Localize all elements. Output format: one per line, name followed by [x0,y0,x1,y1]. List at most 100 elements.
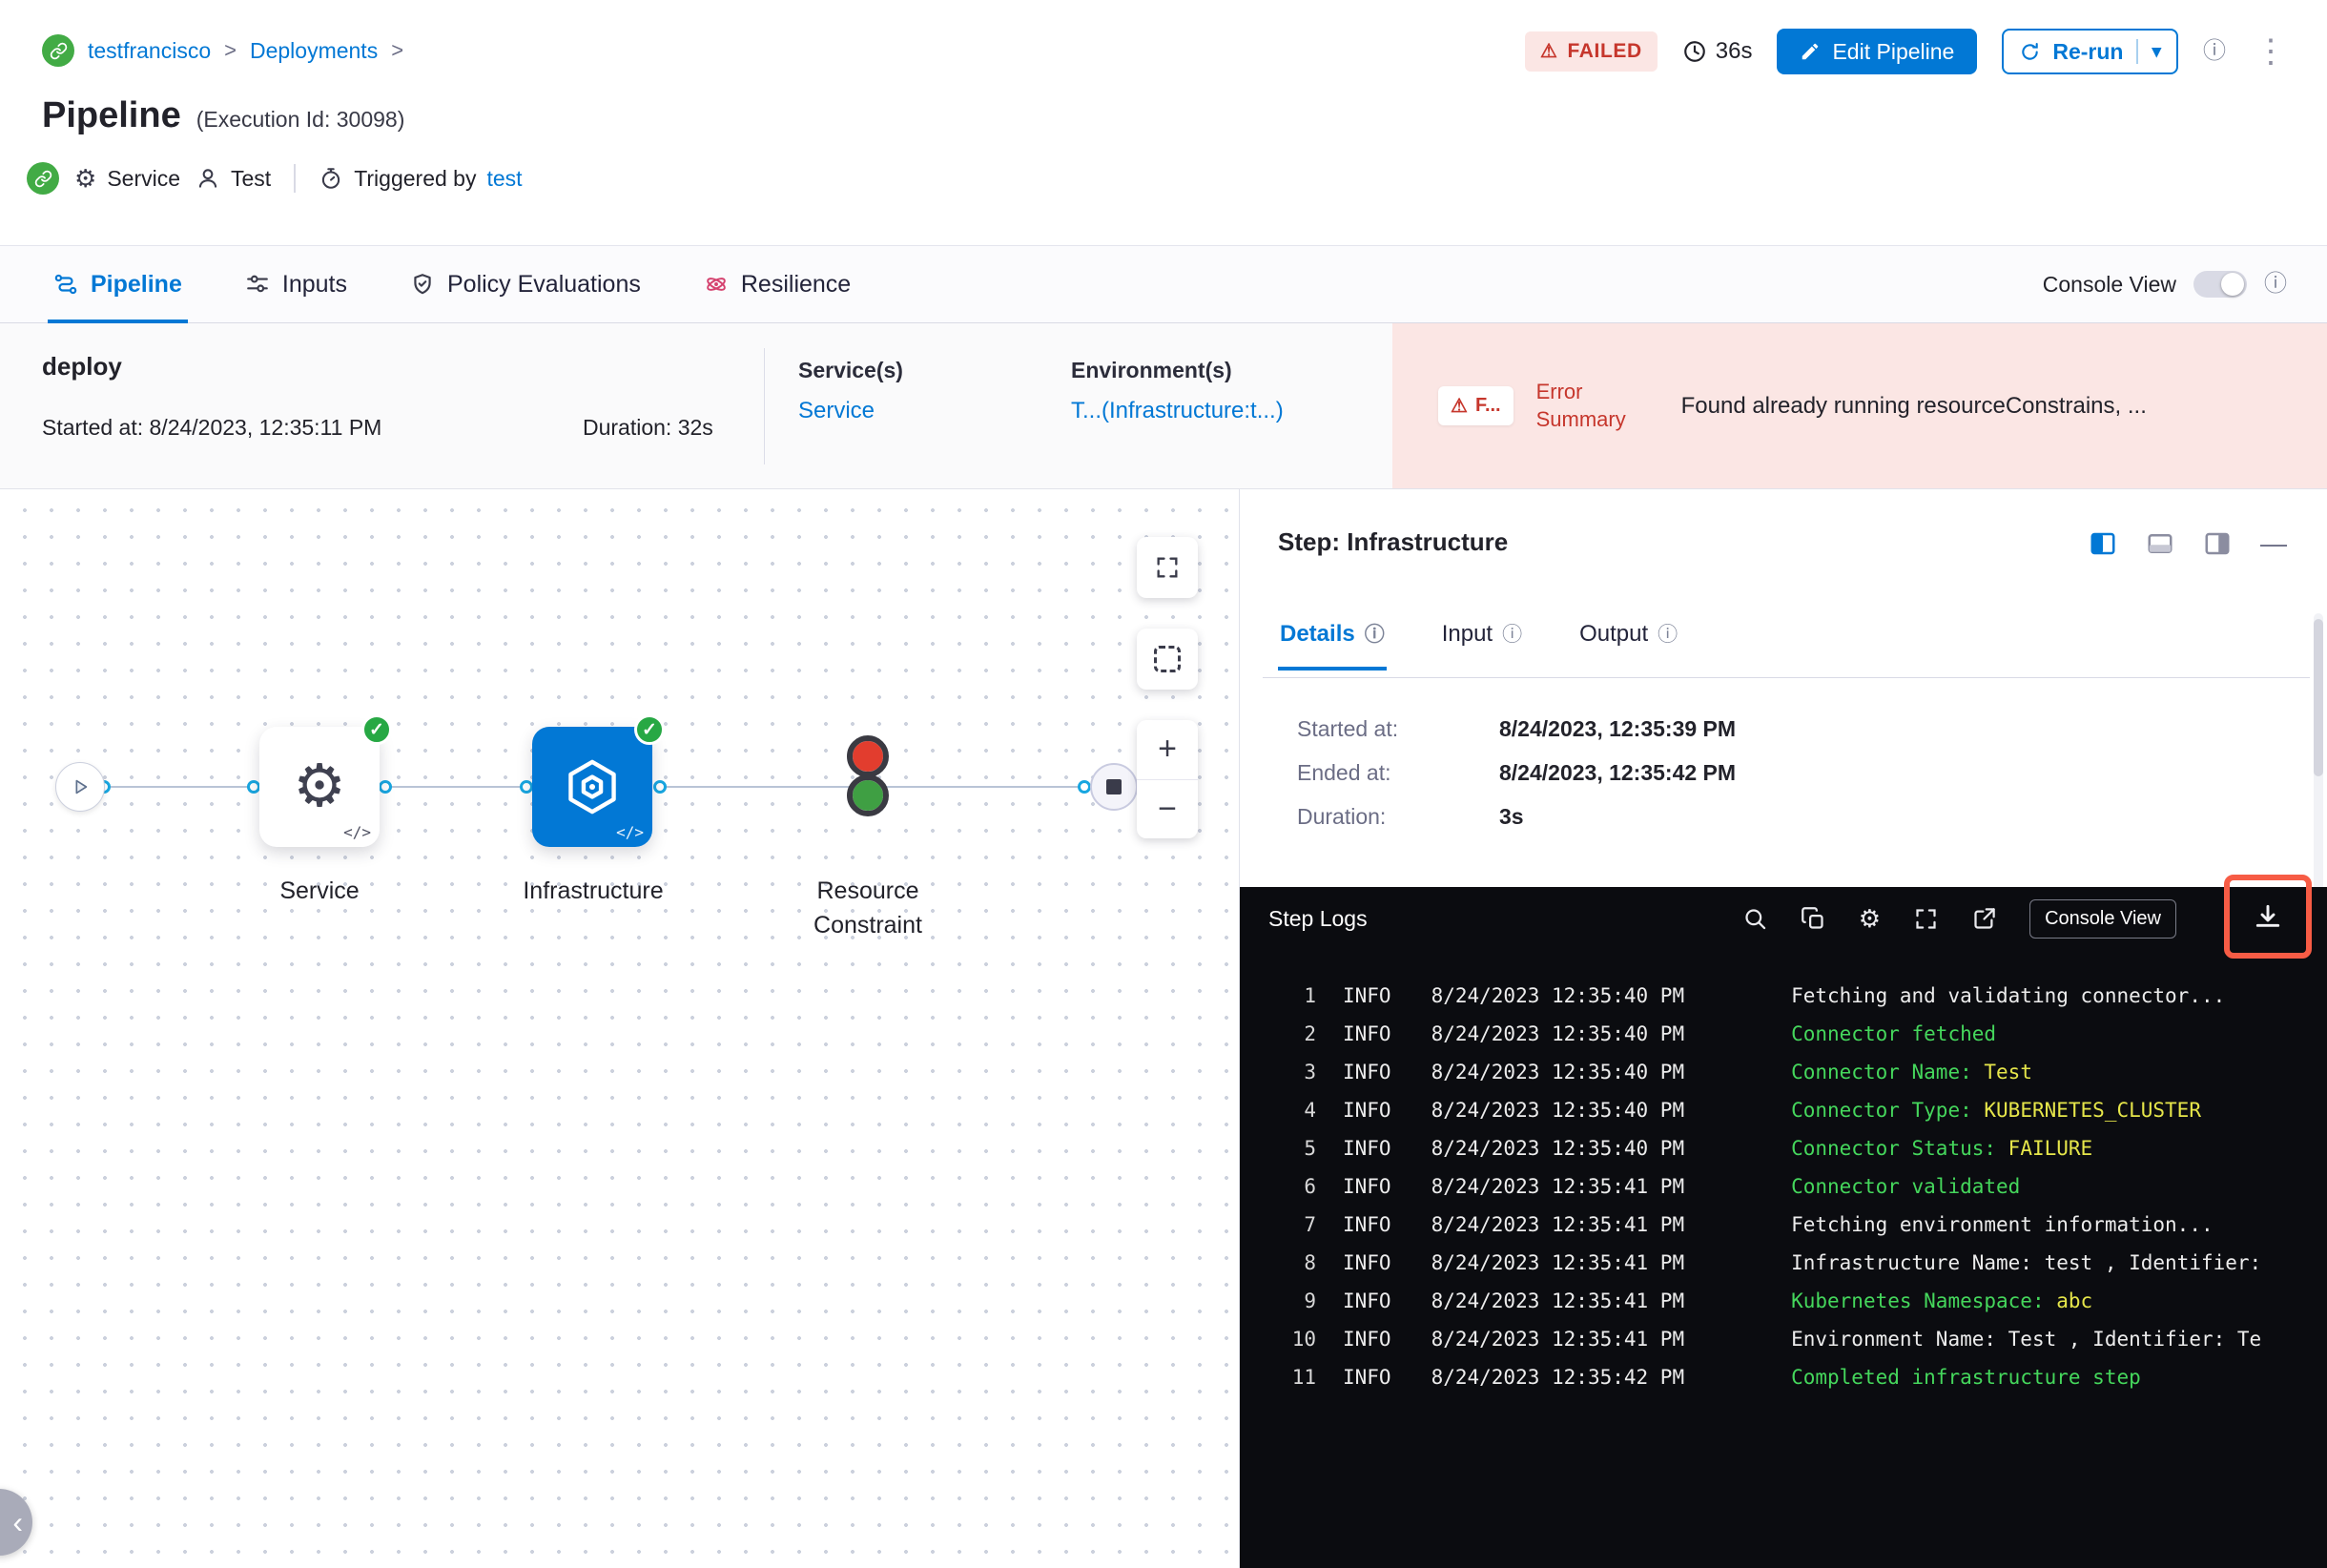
pipeline-execution-page: testfrancisco > Deployments > ⚠ FAILED 3… [0,0,2327,1568]
fullscreen-icon[interactable] [1913,906,1939,932]
log-message-part: FAILURE [2008,1137,2093,1160]
tab-label: Pipeline [91,270,182,298]
log-line: 1 INFO 8/24/2023 12:35:40 PM Fetching and v… [1240,977,2327,1015]
tab-policy-evaluations[interactable]: Policy Evaluations [404,246,647,322]
tab-pipeline[interactable]: Pipeline [48,246,188,323]
graph-node-resource-constraint[interactable] [841,735,895,836]
tab-details[interactable]: Details ⓘ [1278,611,1387,671]
breadcrumb-deployments[interactable]: Deployments [250,38,378,64]
node-label-infrastructure: Infrastructure [523,877,664,904]
search-icon[interactable] [1742,906,1768,932]
info-icon[interactable]: ⓘ [1365,625,1385,645]
log-line-number: 9 [1304,1289,1316,1312]
detail-value: 3s [1499,804,1524,829]
services-column: Service(s) Service [798,358,903,424]
layout-split-view-button[interactable] [2089,529,2117,558]
scrollbar-thumb[interactable] [2314,619,2323,776]
info-icon[interactable]: ⓘ [2203,40,2226,63]
service-gear-icon: ⚙ [293,753,346,819]
success-check-badge: ✓ [634,714,665,745]
edit-pipeline-button[interactable]: Edit Pipeline [1777,29,1978,74]
edge-connector-dot [247,780,260,794]
environments-link[interactable]: T...(Infrastructure:t...) [1071,398,1284,424]
log-message: Infrastructure Name: test , Identifier: [1791,1244,2327,1282]
log-message-part: Connector validated [1791,1175,2021,1198]
error-badge-label: F... [1474,395,1501,416]
detail-row-started: Started at: 8/24/2023, 12:35:39 PM [1297,716,1736,742]
trigger-meta: Triggered by test [319,166,523,192]
log-line: 6 INFO 8/24/2023 12:35:41 PM Connector vali… [1240,1167,2327,1206]
pencil-icon [1802,43,1819,60]
info-icon[interactable]: ⓘ [2264,273,2287,296]
detail-row-ended: Ended at: 8/24/2023, 12:35:42 PM [1297,760,1736,786]
log-level: INFO [1343,1328,1391,1351]
layout-bottom-view-button[interactable] [2146,529,2174,558]
graph-node-infrastructure[interactable]: ✓ </> [532,714,665,847]
info-icon[interactable]: ⓘ [1502,625,1522,645]
status-badge-label: FAILED [1567,40,1642,62]
play-icon [75,779,88,794]
inputs-icon [247,275,268,293]
log-lines: 1 INFO 8/24/2023 12:35:40 PM Fetching and v… [1240,950,2327,1396]
minimize-panel-button[interactable]: — [2260,530,2287,557]
log-line-number: 4 [1304,1099,1316,1122]
log-timestamp: 8/24/2023 12:35:41 PM [1431,1175,1685,1198]
log-line-number: 11 [1291,1366,1316,1389]
log-timestamp: 8/24/2023 12:35:41 PM [1431,1289,1685,1312]
triggered-by-link[interactable]: test [486,166,522,192]
log-line: 8 INFO 8/24/2023 12:35:41 PM Infrastructure… [1240,1244,2327,1282]
graph-marquee-select-button[interactable] [1137,629,1198,690]
log-message-part: KUBERNETES_CLUSTER [1984,1099,2201,1122]
node-label-service: Service [279,877,360,904]
pipeline-graph-canvas[interactable]: ⚙ ✓ </> Service ✓ </> Infrastructure Res… [0,489,1240,1568]
zoom-out-button[interactable]: − [1137,778,1198,839]
graph-fullscreen-button[interactable] [1137,537,1198,598]
graph-edge [380,786,532,788]
console-view-button[interactable]: Console View [2029,898,2176,939]
edge-connector-dot [379,780,392,794]
tab-resilience[interactable]: Resilience [698,246,856,322]
console-view-toggle[interactable] [2193,271,2247,298]
expand-corners-icon [1157,557,1178,578]
panel-collapse-handle[interactable]: ‹ [0,1489,32,1556]
log-message-part: Fetching environment information... [1791,1213,2214,1236]
stage-duration: Duration: 32s [583,415,713,440]
breadcrumb-separator: > [224,38,237,62]
graph-node-service[interactable]: ⚙ ✓ </> [259,714,392,847]
detail-label: Ended at: [1297,760,1391,785]
log-settings-icon[interactable]: ⚙ [1859,906,1881,931]
log-timestamp: 8/24/2023 12:35:41 PM [1431,1328,1685,1351]
tab-output[interactable]: Output ⓘ [1577,611,1679,671]
log-message-part: Connector Type: [1791,1099,1985,1122]
rerun-label: Re-run [2052,38,2124,64]
services-link[interactable]: Service [798,398,903,424]
detail-row-duration: Duration: 3s [1297,804,1736,830]
resilience-icon [707,278,726,291]
zoom-in-button[interactable]: + [1137,720,1198,779]
log-timestamp: 8/24/2023 12:35:40 PM [1431,1137,1685,1160]
stage-summary-bar: deploy Started at: 8/24/2023, 12:35:11 P… [0,323,2327,489]
step-logs-panel: Step Logs ⚙ Console View 1 INFO 8/24/202… [1240,887,2327,1568]
copy-icon[interactable] [1801,906,1826,932]
download-icon[interactable] [2253,901,2283,932]
rerun-button[interactable]: Re-run ▾ [2002,29,2178,74]
log-message-part: Connector fetched [1791,1022,1997,1045]
step-details-list: Started at: 8/24/2023, 12:35:39 PM Ended… [1297,716,1736,830]
log-timestamp: 8/24/2023 12:35:42 PM [1431,1366,1685,1389]
log-message: Fetching and validating connector... [1791,977,2327,1015]
log-level: INFO [1343,984,1391,1007]
layout-right-view-button[interactable] [2203,529,2232,558]
graph-start-node [55,762,105,812]
info-icon[interactable]: ⓘ [1658,625,1678,645]
pipeline-icon [54,274,77,295]
log-timestamp: 8/24/2023 12:35:40 PM [1431,984,1685,1007]
tab-inputs[interactable]: Inputs [239,246,353,322]
gear-icon: ⚙ [74,164,97,193]
breadcrumb-project[interactable]: testfrancisco [88,38,211,64]
detail-label: Duration: [1297,804,1387,829]
tab-input[interactable]: Input ⓘ [1440,611,1524,671]
more-options-icon[interactable]: ⋮ [2251,35,2291,68]
chevron-down-icon[interactable]: ▾ [2152,43,2161,61]
open-external-icon[interactable] [1971,906,1997,932]
log-message-part: Kubernetes Namespace: [1791,1289,2057,1312]
